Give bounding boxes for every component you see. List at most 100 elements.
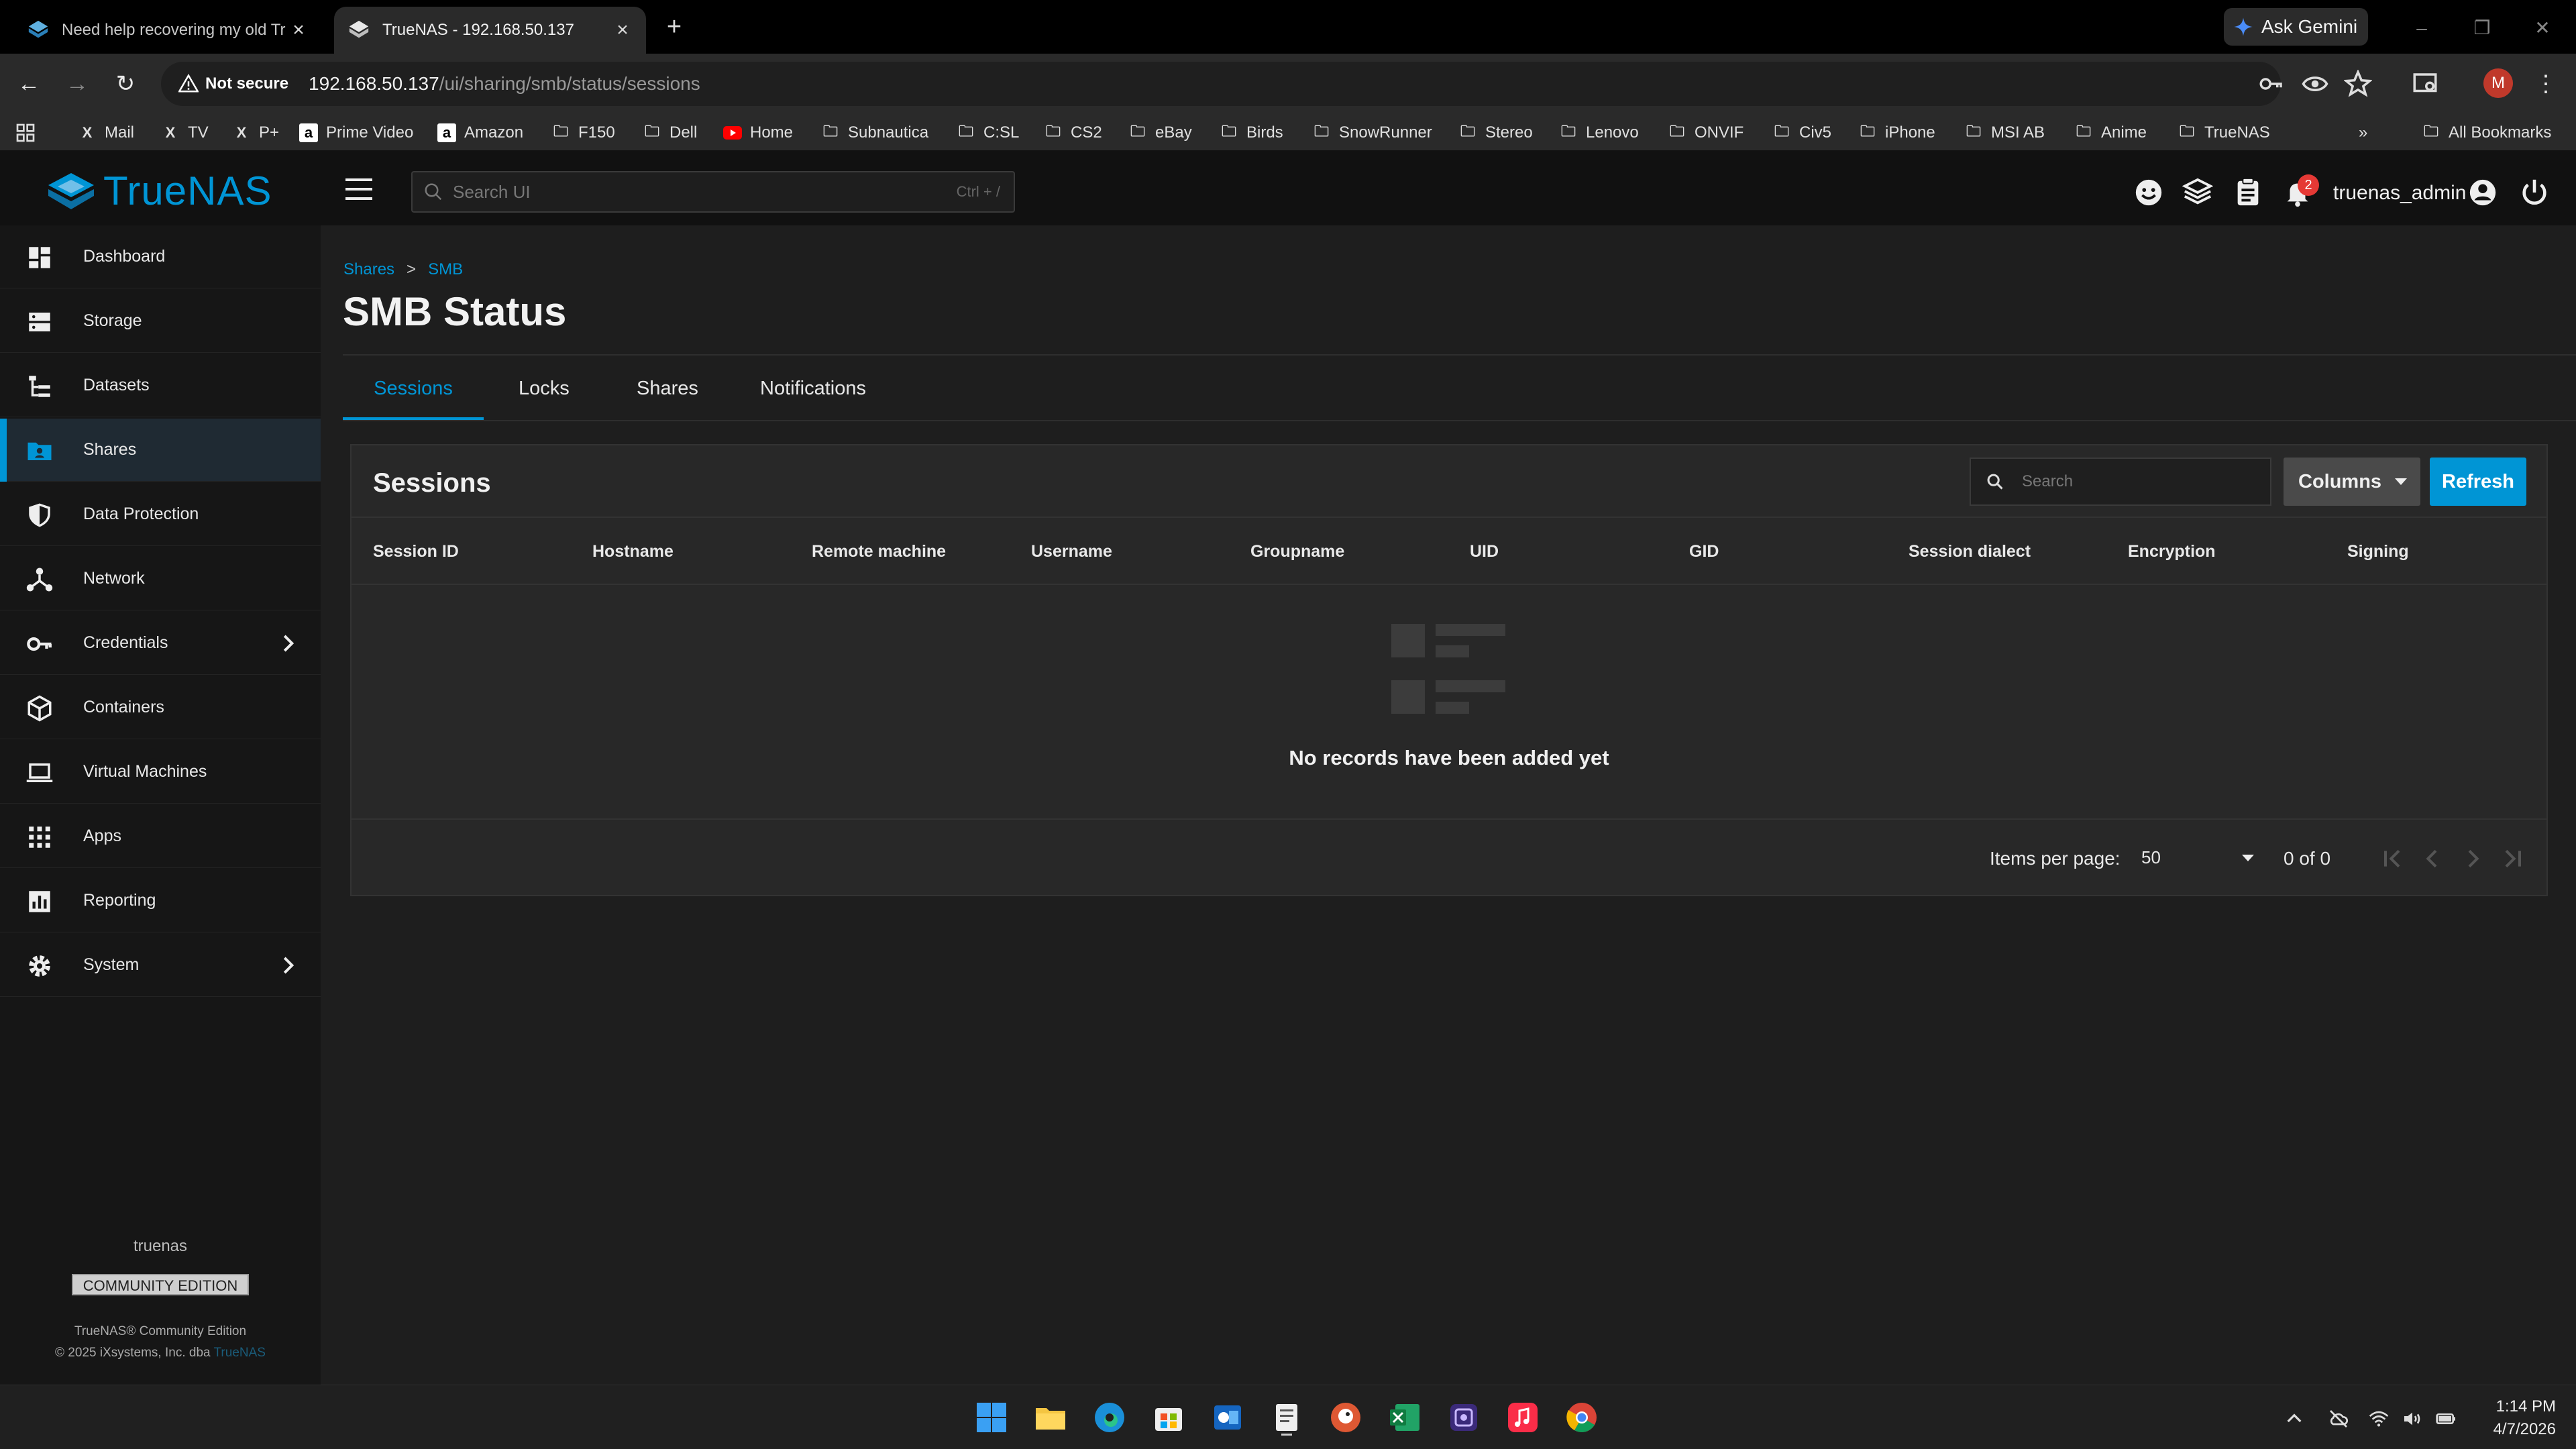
browser-tab[interactable]: Need help recovering my old Tr × (13, 7, 322, 54)
bookmark-folder[interactable]: 🗀 Lenovo (1559, 121, 1639, 145)
duckduckgo-icon[interactable] (1327, 1399, 1364, 1436)
sidebar-item-virtual-machines[interactable]: Virtual Machines (0, 741, 321, 804)
eye-icon[interactable] (2301, 70, 2329, 98)
bookmark-folder[interactable]: 🗀 Birds (1220, 121, 1283, 145)
next-page-icon[interactable] (2459, 845, 2486, 872)
sidebar-item-credentials[interactable]: Credentials (0, 612, 321, 675)
battery-icon[interactable] (2435, 1408, 2457, 1430)
breadcrumb-smb[interactable]: SMB (428, 260, 463, 279)
clock-time[interactable]: 1:14 PM (2489, 1397, 2556, 1416)
all-bookmarks[interactable]: 🗀 All Bookmarks (2422, 121, 2551, 145)
tab-shares[interactable]: Shares (637, 372, 698, 419)
bookmark-folder[interactable]: 🗀 iPhone (1858, 121, 1935, 145)
bookmark-folder[interactable]: 🗀 C:SL (957, 121, 1019, 145)
column-header[interactable]: Groupname (1250, 542, 1344, 561)
chevron-up-icon[interactable] (2284, 1408, 2305, 1430)
cast-icon[interactable] (2411, 70, 2439, 98)
column-header[interactable]: Hostname (592, 542, 674, 561)
cloud-offline-icon[interactable] (2328, 1408, 2349, 1430)
column-header[interactable]: UID (1470, 542, 1499, 561)
password-key-icon[interactable] (2257, 70, 2286, 98)
sidebar-item-apps[interactable]: Apps (0, 805, 321, 868)
windows-start-icon[interactable] (973, 1399, 1010, 1436)
sidebar-item-system[interactable]: System (0, 934, 321, 997)
microsoft-store-icon[interactable] (1150, 1399, 1187, 1436)
volume-icon[interactable] (2402, 1408, 2423, 1430)
new-tab-button[interactable]: + (661, 13, 688, 40)
menu-hamburger-icon[interactable] (345, 176, 382, 203)
breadcrumb-shares[interactable]: Shares (343, 260, 394, 279)
wifi-icon[interactable] (2368, 1408, 2390, 1430)
bookmark-prime-video[interactable]: a Prime Video (299, 121, 413, 145)
sidebar-item-data-protection[interactable]: Data Protection (0, 483, 321, 546)
bookmark-amazon[interactable]: a Amazon (437, 121, 523, 145)
power-icon[interactable] (2519, 177, 2550, 208)
bookmark-folder[interactable]: 🗀 Civ5 (1772, 121, 1831, 145)
chrome-icon[interactable] (1563, 1399, 1601, 1436)
forward-icon[interactable]: → (60, 67, 94, 101)
more-bookmarks-icon[interactable]: » (2359, 121, 2367, 145)
column-header[interactable]: Remote machine (812, 542, 946, 561)
close-window-icon[interactable]: ✕ (2529, 15, 2556, 42)
reload-icon[interactable]: ↻ (109, 67, 142, 101)
sidebar-item-reporting[interactable]: Reporting (0, 869, 321, 932)
truecommand-icon[interactable] (2182, 177, 2213, 208)
browser-menu-icon[interactable]: ⋮ (2529, 67, 2563, 101)
bookmark-mail[interactable]: X Mail (78, 121, 134, 145)
excel-icon[interactable] (1386, 1399, 1424, 1436)
columns-button[interactable]: Columns (2284, 458, 2420, 506)
previous-page-icon[interactable] (2419, 845, 2446, 872)
sidebar-item-storage[interactable]: Storage (0, 290, 321, 353)
column-header[interactable]: Session ID (373, 542, 459, 561)
bookmark-folder[interactable]: 🗀 Dell (643, 121, 697, 145)
sidebar-item-datasets[interactable]: Datasets (0, 354, 321, 417)
truenas-logo[interactable]: TrueNAS (47, 168, 272, 214)
bookmark-folder[interactable]: 🗀 Stereo (1458, 121, 1533, 145)
sidebar-item-shares[interactable]: Shares (0, 419, 321, 482)
first-page-icon[interactable] (2379, 845, 2406, 872)
bookmark-home[interactable]: Home (723, 121, 793, 145)
bookmark-folder[interactable]: 🗀 F150 (551, 121, 615, 145)
app-launcher-icon[interactable] (1445, 1399, 1483, 1436)
bookmark-folder[interactable]: 🗀 CS2 (1044, 121, 1102, 145)
music-app-icon[interactable] (1504, 1399, 1542, 1436)
jobs-clipboard-icon[interactable] (2233, 177, 2263, 208)
column-header[interactable]: Session dialect (1909, 542, 2031, 561)
bookmark-folder[interactable]: 🗀 TrueNAS (2178, 121, 2270, 145)
notepad-app-icon[interactable] (1268, 1399, 1305, 1436)
refresh-button[interactable]: Refresh (2430, 458, 2526, 506)
username-label[interactable]: truenas_admin (2333, 182, 2466, 205)
sidebar-item-containers[interactable]: Containers (0, 676, 321, 739)
browser-tab-active[interactable]: TrueNAS - 192.168.50.137 × (334, 7, 646, 54)
ask-gemini-button[interactable]: Ask Gemini (2224, 8, 2368, 46)
bookmark-folder[interactable]: 🗀 MSI AB (1964, 121, 2045, 145)
not-secure-indicator[interactable]: Not secure (178, 74, 288, 94)
close-tab-icon[interactable]: × (287, 19, 310, 42)
bookmark-folder[interactable]: 🗀 ONVIF (1668, 121, 1743, 145)
sidebar-item-dashboard[interactable]: Dashboard (0, 225, 321, 288)
bookmark-p-plus[interactable]: X P+ (232, 121, 279, 145)
bookmark-folder[interactable]: 🗀 Anime (2074, 121, 2147, 145)
last-page-icon[interactable] (2500, 845, 2526, 872)
items-per-page-select[interactable]: 50 (2141, 843, 2262, 872)
tab-locks[interactable]: Locks (519, 372, 570, 419)
bookmark-folder[interactable]: 🗀 SnowRunner (1312, 121, 1432, 145)
bookmark-tv[interactable]: X TV (161, 121, 209, 145)
column-header[interactable]: Username (1031, 542, 1112, 561)
back-icon[interactable]: ← (12, 67, 46, 101)
tab-sessions[interactable]: Sessions (343, 372, 484, 419)
outlook-icon[interactable] (1209, 1399, 1246, 1436)
bookmark-star-icon[interactable] (2344, 70, 2372, 98)
file-explorer-icon[interactable] (1032, 1399, 1069, 1436)
restore-icon[interactable]: ❐ (2469, 15, 2496, 42)
bookmark-folder[interactable]: 🗀 eBay (1128, 121, 1192, 145)
address-bar[interactable]: Not secure 192.168.50.137/ui/sharing/smb… (161, 62, 2281, 106)
sidebar-item-network[interactable]: Network (0, 547, 321, 610)
bookmark-folder[interactable]: 🗀 Subnautica (821, 121, 928, 145)
feedback-smiley-icon[interactable] (2133, 177, 2164, 208)
truenas-link[interactable]: TrueNAS (214, 1346, 266, 1360)
column-header[interactable]: Encryption (2128, 542, 2216, 561)
table-search-input[interactable]: Search (1970, 458, 2271, 506)
apps-grid-icon[interactable] (15, 122, 36, 144)
profile-avatar[interactable]: M (2483, 68, 2513, 98)
